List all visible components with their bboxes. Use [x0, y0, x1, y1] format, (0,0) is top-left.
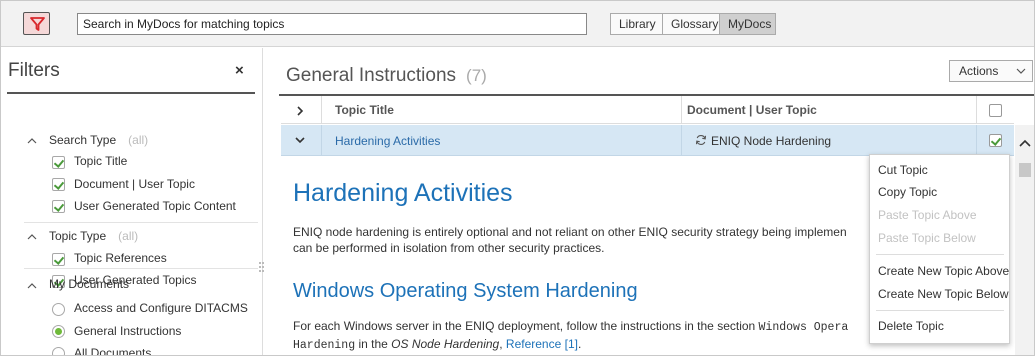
radio-label: Access and Configure DITACMS [74, 301, 248, 315]
reference-link[interactable]: Reference [1] [506, 337, 578, 351]
topic-type-label: Topic Type [49, 229, 107, 243]
column-divider [976, 125, 977, 156]
my-documents-header[interactable]: My Documents [49, 277, 129, 291]
filters-panel: Filters × Search Type (all) Topic Title D… [1, 48, 265, 356]
my-documents-label: My Documents [49, 277, 130, 291]
column-divider [681, 125, 682, 156]
row-checkbox[interactable] [989, 134, 1002, 147]
radio-all-documents[interactable] [52, 347, 65, 355]
search-input-value: Search in MyDocs for matching topics [83, 17, 285, 31]
filter-icon [30, 17, 45, 31]
checkbox-topic-references[interactable] [52, 253, 65, 266]
column-header-title[interactable]: Topic Title [335, 103, 394, 117]
select-all-checkbox[interactable] [989, 104, 1002, 117]
column-divider [681, 96, 682, 124]
group-separator [24, 268, 258, 269]
document-reference: OS Node Hardening [391, 337, 500, 351]
chevron-up-icon[interactable] [27, 232, 37, 242]
sync-icon [695, 135, 707, 145]
menu-item-create-above[interactable]: Create New Topic Above [878, 264, 1009, 278]
menu-item-delete-topic[interactable]: Delete Topic [878, 319, 944, 333]
page-title-text: General Instructions [286, 65, 457, 86]
tab-library[interactable]: Library [610, 13, 663, 35]
chevron-down-icon[interactable] [295, 137, 305, 144]
actions-dropdown[interactable]: Actions [949, 60, 1033, 82]
search-type-header[interactable]: Search Type (all) [49, 133, 148, 147]
checkbox-topic-title[interactable] [52, 156, 65, 169]
vertical-scrollbar[interactable] [1015, 125, 1034, 355]
checkbox-document-user-topic[interactable] [52, 178, 65, 191]
filter-toggle-button[interactable] [23, 12, 50, 35]
radio-access-configure-ditacms[interactable] [52, 303, 65, 316]
menu-item-create-below[interactable]: Create New Topic Below [878, 287, 1009, 301]
row-topic-title[interactable]: Hardening Activities [335, 134, 440, 148]
paragraph-text: , [499, 337, 506, 351]
checkbox-label: User Generated Topic Content [74, 199, 236, 213]
menu-separator [876, 310, 1004, 311]
chevron-up-icon[interactable] [27, 136, 37, 146]
menu-separator [876, 254, 1004, 255]
app-window: Search in MyDocs for matching topics Lib… [0, 0, 1035, 356]
topic-type-all: (all) [118, 229, 139, 243]
menu-item-cut-topic[interactable]: Cut Topic [878, 163, 928, 177]
radio-general-instructions[interactable] [52, 325, 65, 338]
table-row[interactable]: Hardening Activities ENIQ Node Hardening [281, 125, 1014, 156]
radio-label: All Documents [74, 346, 152, 356]
chevron-up-icon[interactable] [27, 281, 37, 291]
tab-glossary[interactable]: Glossary [662, 13, 720, 35]
topic-heading: Hardening Activities [293, 179, 513, 207]
search-type-label: Search Type [49, 133, 117, 147]
paragraph-text: For each Windows server in the ENIQ depl… [293, 319, 759, 333]
column-divider [976, 96, 977, 124]
toolbar: Search in MyDocs for matching topics Lib… [1, 1, 1034, 47]
checkbox-label: Document | User Topic [74, 177, 195, 191]
code-text: Hardening [293, 339, 356, 352]
topic-subheading: Windows Operating System Hardening [293, 280, 638, 302]
filters-title: Filters [8, 60, 60, 81]
context-menu: Cut Topic Copy Topic Paste Topic Above P… [869, 154, 1010, 344]
checkbox-label: Topic References [74, 251, 167, 265]
checkbox-label: Topic Title [74, 154, 128, 168]
page-title: General Instructions (7) [286, 65, 487, 87]
menu-item-paste-below: Paste Topic Below [878, 231, 976, 245]
tab-mydocs[interactable]: MyDocs [720, 13, 776, 35]
topic-count: (7) [466, 66, 487, 85]
table-header: Topic Title Document | User Topic [281, 96, 1014, 124]
panel-resize-handle[interactable] [259, 262, 265, 274]
column-divider [321, 125, 322, 156]
actions-label: Actions [959, 64, 999, 78]
topic-type-header[interactable]: Topic Type (all) [49, 229, 138, 243]
menu-item-paste-above: Paste Topic Above [878, 208, 977, 222]
scrollbar-thumb[interactable] [1019, 163, 1031, 177]
paragraph-text: in the [355, 337, 392, 351]
paragraph-text: . [577, 337, 582, 351]
scroll-up-icon[interactable] [1019, 139, 1031, 147]
checkbox-user-generated-content[interactable] [52, 200, 65, 213]
radio-label: General Instructions [74, 324, 182, 338]
column-divider [321, 96, 322, 124]
chevron-right-icon[interactable] [297, 106, 304, 116]
column-header-document[interactable]: Document | User Topic [687, 103, 817, 117]
group-separator [24, 222, 258, 223]
chevron-down-icon [1016, 68, 1026, 74]
filters-divider [7, 92, 255, 94]
search-type-all: (all) [128, 133, 149, 147]
close-icon[interactable]: × [235, 62, 244, 79]
search-input[interactable]: Search in MyDocs for matching topics [77, 13, 587, 35]
row-document[interactable]: ENIQ Node Hardening [711, 134, 831, 148]
menu-item-copy-topic[interactable]: Copy Topic [878, 185, 937, 199]
code-text: Windows Opera [758, 321, 849, 334]
